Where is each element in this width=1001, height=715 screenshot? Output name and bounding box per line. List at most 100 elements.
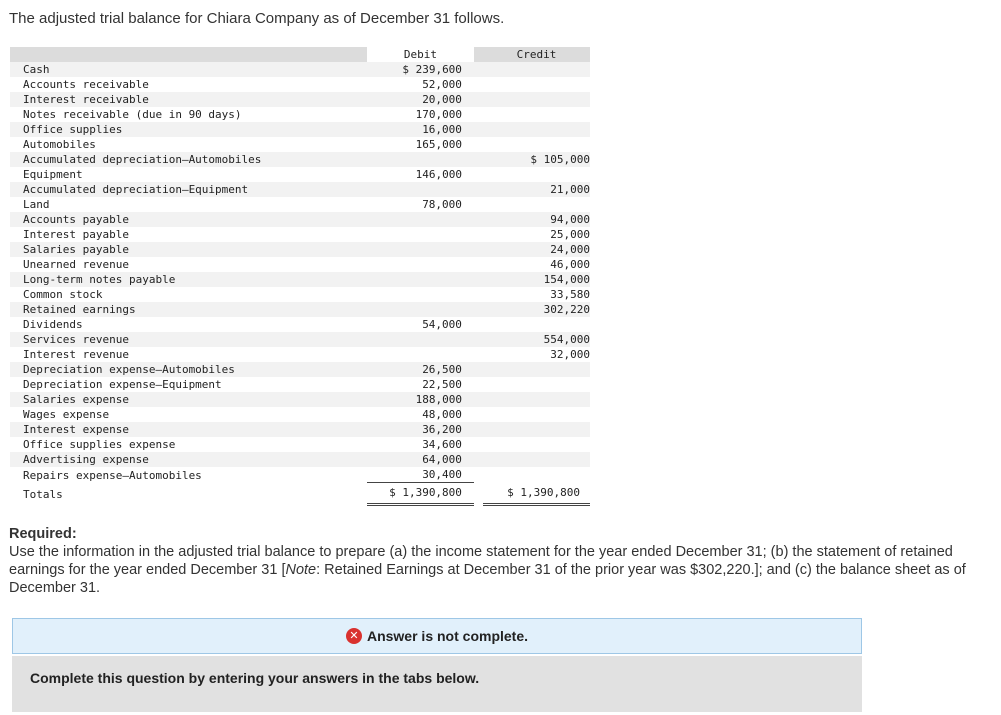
debit-cell: 34,600: [367, 437, 474, 452]
table-row: Retained earnings 302,220: [10, 302, 590, 317]
credit-amount: 33,580: [550, 288, 590, 301]
table-row: Automobiles 165,000: [10, 137, 590, 152]
credit-amount: 154,000: [543, 273, 590, 286]
account-name: Equipment: [23, 168, 83, 181]
debit-amount: 26,500: [422, 363, 462, 376]
gap-cell: [474, 437, 483, 452]
credit-cell: 302,220: [482, 302, 590, 317]
debit-amount: 64,000: [422, 453, 462, 466]
gap-cell: [474, 407, 483, 422]
header-account: [10, 47, 367, 62]
gap-cell: [474, 377, 483, 392]
credit-amount: 32,000: [550, 348, 590, 361]
gap-cell: [473, 422, 483, 437]
debit-cell: [367, 227, 474, 242]
debit-cell: 22,500: [367, 377, 474, 392]
credit-cell: 24,000: [482, 242, 590, 257]
credit-cell: 32,000: [483, 347, 590, 362]
credit-cell: [483, 77, 590, 92]
account-name: Accounts payable: [10, 212, 367, 227]
debit-cell: 26,500: [366, 362, 474, 377]
credit-cell: [482, 392, 590, 407]
gap-cell: [474, 317, 483, 332]
table-row: Land 78,000: [10, 197, 590, 212]
table-row: Accounts payable 94,000: [10, 212, 590, 227]
table-row: Common stock 33,580: [10, 287, 590, 302]
table-row: Unearned revenue 46,000: [10, 257, 590, 272]
credit-cell: [483, 467, 590, 483]
debit-amount: 170,000: [415, 108, 462, 121]
account-name: Repairs expense—Automobiles: [23, 468, 202, 482]
gap-cell: [473, 332, 483, 347]
account-name: Interest revenue: [23, 348, 129, 361]
credit-cell: [482, 422, 590, 437]
credit-amount: 24,000: [550, 243, 590, 256]
debit-cell: 16,000: [366, 122, 474, 137]
credit-cell: [483, 107, 590, 122]
credit-amount: 94,000: [550, 213, 590, 226]
account-name: Unearned revenue: [23, 258, 129, 271]
debit-cell: 54,000: [367, 317, 474, 332]
account-name: Cash: [10, 62, 367, 77]
account-name: Retained earnings: [10, 302, 367, 317]
totals-credit: $ 1,390,800: [483, 483, 590, 506]
account-name: Interest expense: [10, 422, 367, 437]
table-row: Interest expense 36,200: [10, 422, 590, 437]
gap-cell: [474, 167, 483, 182]
credit-cell: [483, 407, 590, 422]
credit-cell: [483, 167, 590, 182]
account-name: Common stock: [23, 288, 103, 301]
debit-cell: 165,000: [367, 137, 474, 152]
table-row: Advertising expense 64,000: [10, 452, 590, 467]
table-row: Office supplies 16,000: [10, 122, 590, 137]
account-name: Automobiles: [23, 138, 96, 151]
required-section: Required: Use the information in the adj…: [9, 525, 969, 597]
table-row: Equipment 146,000: [10, 167, 590, 182]
gap-cell: [473, 362, 483, 377]
credit-cell: 154,000: [482, 272, 590, 287]
debit-amount: 165,000: [415, 138, 462, 151]
debit-cell: [366, 272, 474, 287]
table-row: Accounts receivable 52,000: [10, 77, 590, 92]
trial-balance-table: Debit Credit Cash $ 239,600 Accounts recei…: [10, 47, 590, 506]
credit-cell: [483, 377, 590, 392]
table-row: Long-term notes payable 154,000: [10, 272, 590, 287]
debit-cell: 170,000: [367, 107, 474, 122]
table-row: Accumulated depreciation—Equipment 21,000: [10, 182, 590, 197]
debit-cell: 52,000: [367, 77, 474, 92]
credit-cell: 25,000: [483, 227, 590, 242]
totals-row: Totals $ 1,390,800 $ 1,390,800: [10, 483, 590, 506]
debit-cell: 188,000: [366, 392, 474, 407]
gap-cell: [473, 272, 483, 287]
account-name: Notes receivable (due in 90 days): [23, 108, 242, 121]
debit-cell: 20,000: [366, 92, 474, 107]
gap-cell: [473, 452, 483, 467]
account-name: Long-term notes payable: [10, 272, 367, 287]
gap-cell: [474, 347, 483, 362]
table-header-row: Debit Credit: [10, 47, 590, 62]
account-name: Accumulated depreciation—Equipment: [10, 182, 367, 197]
debit-amount: 54,000: [422, 318, 462, 331]
debit-amount: 188,000: [415, 393, 462, 406]
account-name: Accumulated depreciation—Automobiles: [10, 152, 367, 167]
debit-amount: 20,000: [422, 93, 462, 106]
debit-cell: [366, 182, 474, 197]
gap-cell: [474, 137, 483, 152]
credit-cell: [482, 452, 590, 467]
table-row: Accumulated depreciation—Automobiles $ 10…: [10, 152, 590, 167]
gap-cell: [474, 107, 483, 122]
credit-cell: [482, 62, 590, 77]
table-row: Repairs expense—Automobiles 30,400: [10, 467, 590, 483]
table-row: Depreciation expense—Automobiles 26,500: [10, 362, 590, 377]
account-name: Services revenue: [10, 332, 367, 347]
debit-amount: 30,400: [366, 467, 474, 483]
table-row: Interest revenue 32,000: [10, 347, 590, 362]
credit-cell: [483, 137, 590, 152]
header-gap: [473, 47, 483, 62]
intro-text: The adjusted trial balance for Chiara Co…: [9, 10, 505, 27]
account-name: Dividends: [23, 318, 83, 331]
debit-amount: $ 239,600: [402, 63, 462, 76]
credit-cell: [482, 92, 590, 107]
credit-cell: 21,000: [482, 182, 590, 197]
table-row: Salaries payable 24,000: [10, 242, 590, 257]
